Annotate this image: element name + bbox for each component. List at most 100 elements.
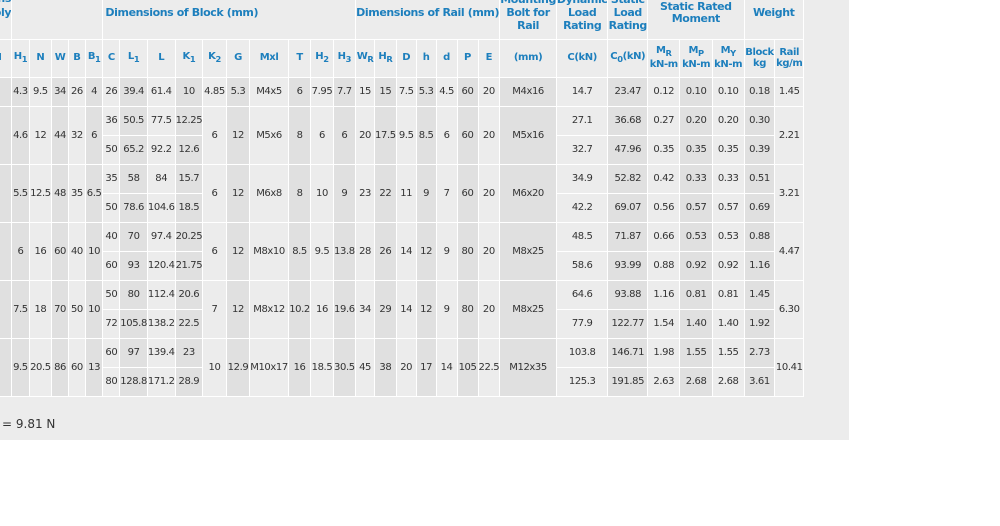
table-row: 5.5 12.5 48 35 6.5 35 58 84 15.7 6 12 M6x8 8 10 9 23 22 1… (0, 163, 804, 223)
cell-hr: 38 (374, 337, 397, 397)
cell-block: 0.39 (744, 135, 776, 165)
cell-t: 16 (288, 337, 312, 397)
cell-c: 40 (102, 221, 121, 252)
cell-hr: 29 (374, 279, 397, 339)
cell-cd: 34.9 (556, 163, 609, 194)
cell-t: 8 (288, 163, 312, 223)
cell-h1: 9.5 (11, 337, 30, 397)
cell-wr: 20 (355, 105, 376, 165)
cell-e: 20 (478, 279, 501, 339)
cell-my: 0.35 (712, 135, 745, 165)
cell-b1: 6.5 (85, 163, 104, 223)
cell-b: 40 (68, 221, 86, 281)
cell-h1: 6 (11, 221, 30, 281)
cell-my: 0.92 (712, 251, 745, 281)
cell-c: 35 (102, 163, 121, 194)
cell-k1: 21.75 (175, 251, 204, 281)
cell-k2: 6 (202, 221, 227, 281)
cell-n: 9.5 (29, 76, 53, 107)
cell-h2: 9.5 (310, 221, 334, 281)
cell-w: 86 (51, 337, 69, 397)
cell-block: 3.61 (744, 367, 776, 397)
cell-mp: 0.33 (679, 163, 713, 194)
col-HR: HR (374, 39, 397, 78)
cell-b: 35 (68, 163, 86, 223)
cell-mr: 0.42 (647, 163, 681, 194)
cell-l: 138.2 (147, 309, 176, 339)
cell-hr: 22 (374, 163, 397, 223)
cell-l: 84 (147, 163, 176, 194)
cell-h3: 7.7 (333, 76, 357, 107)
cell-hr: 15 (374, 76, 397, 107)
col-C: C (102, 39, 121, 78)
cell-l1: 105.8 (119, 309, 148, 339)
table-row: 9.5 20.5 86 60 13 60 97 139.4 23 10 12.9 M10x17 16 18… (0, 337, 804, 397)
cell-h1: 7.5 (11, 279, 30, 339)
cell-p: 80 (457, 279, 479, 339)
col-P: P (457, 39, 479, 78)
cell-mr: 2.63 (647, 367, 681, 397)
cell-k2: 7 (202, 279, 227, 339)
cell-bolt: M4x16 (499, 76, 557, 107)
cell-mxl: M8x12 (249, 279, 289, 339)
cell-e: 22.5 (478, 337, 501, 397)
col-B1: B1 (85, 39, 104, 78)
cell-rail: 1.45 (774, 76, 804, 107)
cell-h: 5.3 (416, 76, 437, 107)
header-assembly-spacer (11, 0, 104, 40)
cell-cd: 14.7 (556, 76, 609, 107)
cell-mr: 0.88 (647, 251, 681, 281)
cell-n: 12 (29, 105, 53, 165)
col-W: W (51, 39, 69, 78)
cell-e: 20 (478, 76, 501, 107)
cell-wr: 15 (355, 76, 376, 107)
cell-w: 70 (51, 279, 69, 339)
table-row: 6 16 60 40 10 40 70 97.4 20.25 6 12 M8x10 8.5 9.5 13.8… (0, 221, 804, 281)
header-weight: Weight (744, 0, 805, 40)
cell-g: 12 (226, 221, 251, 281)
table-row: 4.3 9.5 34 26 4 26 39.4 61.4 10 4.85 5.3 M4x5 6 7.95 7… (0, 76, 804, 107)
cell-h: 8.5 (416, 105, 437, 165)
cell-h2: 10 (310, 163, 334, 223)
header-static-moment: Static Rated Moment (647, 0, 745, 40)
cell-bolt: M12x35 (499, 337, 557, 397)
cell-h: 12 (416, 221, 437, 281)
cell-k2: 6 (202, 163, 227, 223)
cell-bolt: M5x16 (499, 105, 557, 165)
specification-table: mensions Assembly (mm) Dimensions of Blo… (0, 0, 805, 397)
cell-l: 77.5 (147, 105, 176, 136)
cell-d: 14 (436, 337, 458, 397)
cell-l: 92.2 (147, 135, 176, 165)
cell-b1: 6 (85, 105, 104, 165)
col-WR: WR (355, 39, 376, 78)
cell-t: 6 (288, 76, 312, 107)
cell-cd: 125.3 (556, 367, 609, 397)
cell-k1: 12.6 (175, 135, 204, 165)
cell-k2: 4.85 (202, 76, 227, 107)
cell-mp: 0.10 (679, 76, 713, 107)
cell-k2: 6 (202, 105, 227, 165)
cell-e: 20 (478, 221, 501, 281)
cell-h1: 5.5 (11, 163, 30, 223)
cell-rail: 6.30 (774, 279, 804, 339)
cell-h1: 4.6 (11, 105, 30, 165)
cell-wr: 45 (355, 337, 376, 397)
cell-mxl: M5x6 (249, 105, 289, 165)
cell-mp: 0.81 (679, 279, 713, 310)
cell-g: 12 (226, 279, 251, 339)
cell-b1: 13 (85, 337, 104, 397)
cell-my: 0.53 (712, 221, 745, 252)
cell-h (0, 105, 13, 165)
cell-block: 1.92 (744, 309, 776, 339)
cell-c0: 23.47 (607, 76, 649, 107)
col-Mxl: Mxl (249, 39, 289, 78)
col-MP: MP kN-m (679, 39, 713, 78)
cell-l: 97.4 (147, 221, 176, 252)
cell-h: 9 (416, 163, 437, 223)
cell-h3: 19.6 (333, 279, 357, 339)
cell-rail: 4.47 (774, 221, 804, 281)
cell-n: 20.5 (29, 337, 53, 397)
col-MY: MY kN-m (712, 39, 745, 78)
cell-l1: 39.4 (119, 76, 148, 107)
table-row: 7.5 18 70 50 10 50 80 112.4 20.6 7 12 M8x12 10.2 16 19… (0, 279, 804, 339)
